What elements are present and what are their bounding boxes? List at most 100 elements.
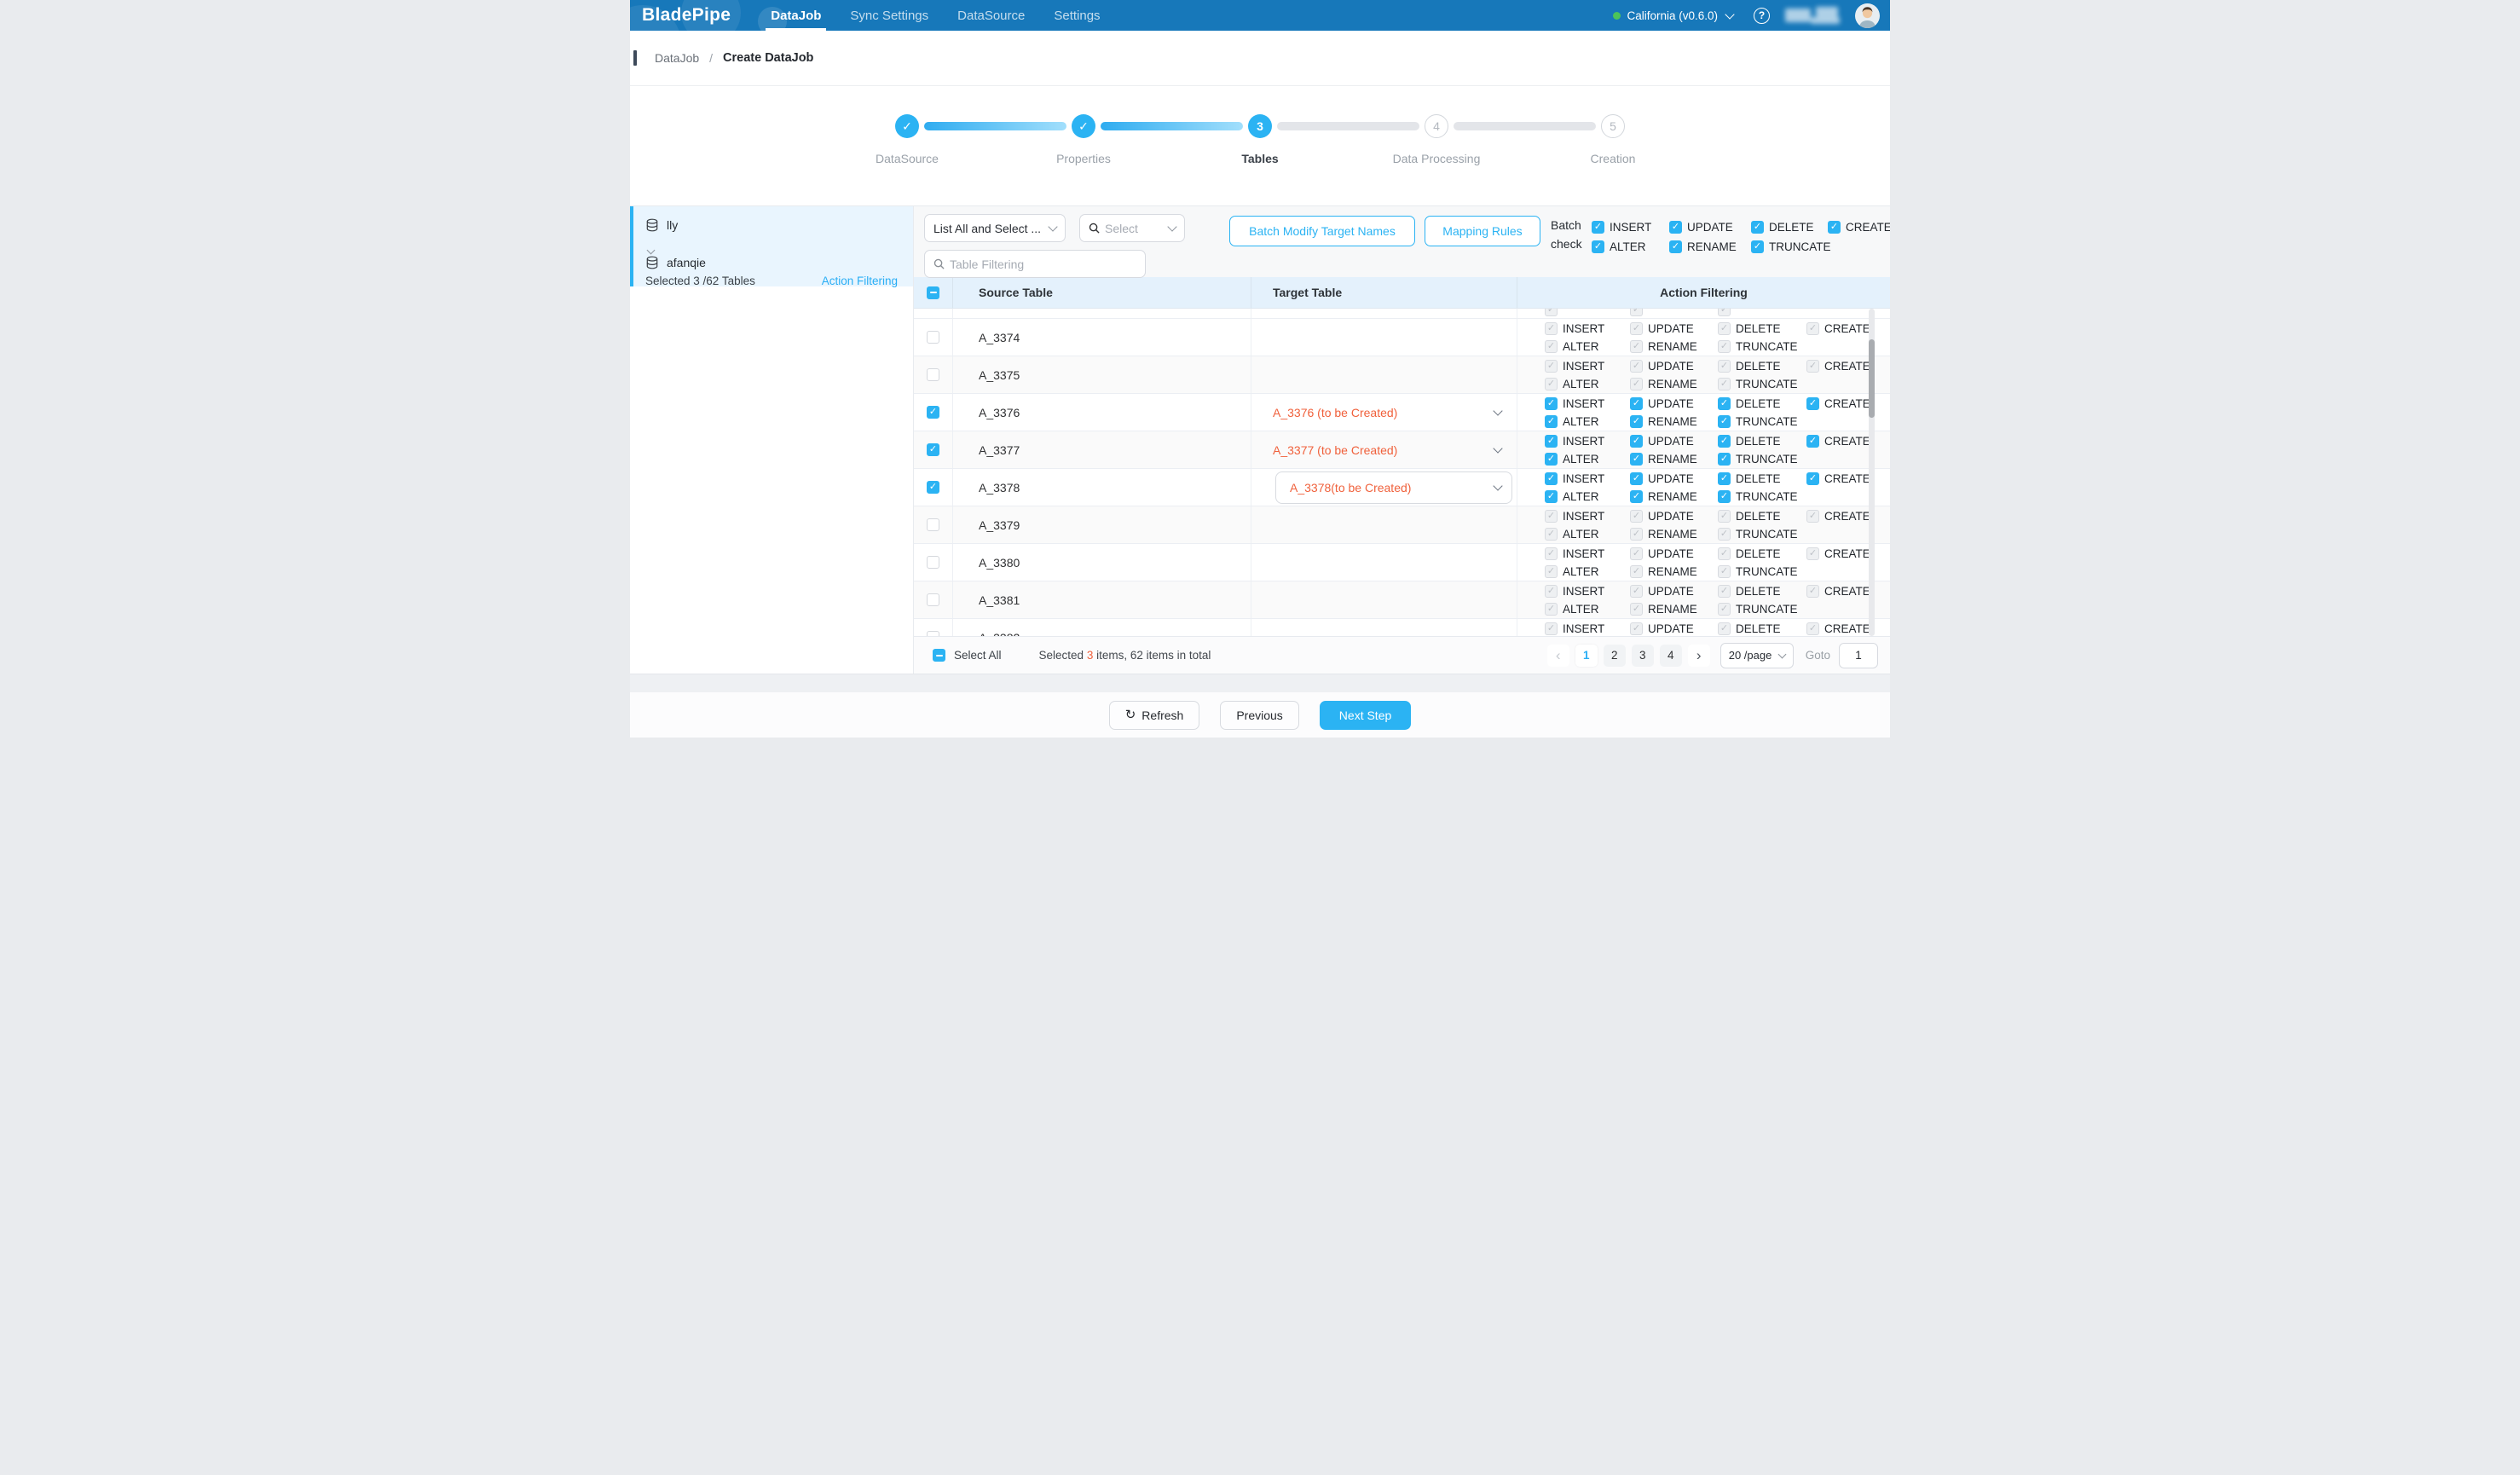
chevron-down-icon[interactable] bbox=[1494, 403, 1501, 419]
row-checkbox[interactable] bbox=[927, 518, 939, 531]
step-circle[interactable] bbox=[1072, 114, 1095, 138]
select-all-checkbox[interactable] bbox=[933, 649, 945, 662]
username-blurred[interactable] bbox=[1785, 7, 1843, 24]
batch-modify-target-names-button[interactable]: Batch Modify Target Names bbox=[1229, 216, 1415, 246]
action-checkbox-insert bbox=[1545, 322, 1558, 335]
action-checkbox-rename[interactable] bbox=[1630, 415, 1643, 428]
action-filtering-link[interactable]: Action Filtering bbox=[822, 275, 898, 287]
row-checkbox[interactable] bbox=[927, 406, 939, 419]
action-checkbox-alter bbox=[1545, 340, 1558, 353]
table-row-A_3375: A_3375INSERTUPDATEDELETECREATEALTERRENAM… bbox=[914, 356, 1890, 394]
row-checkbox[interactable] bbox=[927, 556, 939, 569]
pagination-page-2[interactable]: 2 bbox=[1604, 645, 1626, 667]
action-checkbox-create[interactable] bbox=[1806, 472, 1819, 485]
action-line-2: ALTERRENAMETRUNCATE bbox=[1545, 375, 1890, 393]
avatar[interactable] bbox=[1855, 3, 1880, 28]
action-filtering-cell: INSERTUPDATEDELETECREATEALTERRENAMETRUNC… bbox=[1517, 431, 1890, 468]
action-checkbox-truncate[interactable] bbox=[1718, 490, 1731, 503]
pagination-page-4[interactable]: 4 bbox=[1660, 645, 1682, 667]
pagination-prev-button[interactable]: ‹ bbox=[1547, 645, 1569, 667]
table-filter-input[interactable]: Table Filtering bbox=[924, 250, 1146, 278]
action-checkbox-create[interactable] bbox=[1806, 397, 1819, 410]
action-checkbox-create bbox=[1806, 322, 1819, 335]
action-checkbox-insert[interactable] bbox=[1545, 435, 1558, 448]
action-checkbox-create[interactable] bbox=[1806, 435, 1819, 448]
scrollbar-thumb[interactable] bbox=[1869, 339, 1875, 418]
source-table-cell: A_3375 bbox=[952, 356, 1251, 393]
step-circle[interactable] bbox=[895, 114, 919, 138]
row-checkbox[interactable] bbox=[927, 368, 939, 381]
action-checkbox-insert[interactable] bbox=[1545, 397, 1558, 410]
pagination-page-1[interactable]: 1 bbox=[1575, 645, 1598, 667]
action-checkbox-delete bbox=[1718, 622, 1731, 635]
chevron-down-icon[interactable] bbox=[1725, 9, 1734, 19]
help-icon[interactable]: ? bbox=[1754, 8, 1770, 24]
nav-item-sync-settings[interactable]: Sync Settings bbox=[837, 0, 941, 31]
action-checkbox-truncate[interactable] bbox=[1718, 415, 1731, 428]
source-table-cell: A_3377 bbox=[952, 431, 1251, 468]
action-checkbox-alter[interactable] bbox=[1592, 240, 1604, 253]
target-table-select[interactable]: A_3378(to be Created) bbox=[1275, 471, 1512, 504]
action-checkbox-update[interactable] bbox=[1669, 221, 1682, 234]
goto-page-input[interactable] bbox=[1839, 643, 1878, 668]
pagination-next-button[interactable]: › bbox=[1688, 645, 1710, 667]
action-item-insert: INSERT bbox=[1545, 435, 1630, 448]
batch-actions-row2: ALTERRENAMETRUNCATE bbox=[1592, 237, 1890, 257]
action-checkbox-label: TRUNCATE bbox=[1736, 490, 1798, 503]
vertical-scrollbar[interactable] bbox=[1869, 309, 1875, 636]
action-checkbox-truncate[interactable] bbox=[1718, 453, 1731, 466]
step-circle[interactable]: 5 bbox=[1601, 114, 1625, 138]
action-checkbox-label: RENAME bbox=[1648, 603, 1697, 616]
nav-item-datajob[interactable]: DataJob bbox=[758, 0, 834, 31]
action-checkbox-insert[interactable] bbox=[1592, 221, 1604, 234]
row-checkbox[interactable] bbox=[927, 631, 939, 636]
next-step-button[interactable]: Next Step bbox=[1320, 701, 1411, 730]
action-checkbox-alter[interactable] bbox=[1545, 415, 1558, 428]
action-checkbox-delete[interactable] bbox=[1751, 221, 1764, 234]
pagination-page-3[interactable]: 3 bbox=[1632, 645, 1654, 667]
action-checkbox-truncate bbox=[1718, 603, 1731, 616]
action-checkbox-rename bbox=[1630, 528, 1643, 541]
page-size-select[interactable]: 20 /page bbox=[1720, 643, 1794, 668]
action-checkbox-rename[interactable] bbox=[1669, 240, 1682, 253]
action-checkbox-label: RENAME bbox=[1648, 378, 1697, 390]
main-content: lly afanqie Selected 3 /62 Tables Action… bbox=[630, 206, 1890, 674]
action-item-alter: ALTER bbox=[1545, 415, 1630, 428]
table-row-A_3376: A_3376A_3376 (to be Created)INSERTUPDATE… bbox=[914, 394, 1890, 431]
action-checkbox-truncate[interactable] bbox=[1751, 240, 1764, 253]
row-checkbox[interactable] bbox=[927, 481, 939, 494]
source-table-name: A_3382 bbox=[979, 631, 1020, 637]
chevron-down-icon[interactable] bbox=[1494, 441, 1501, 456]
action-checkbox-delete[interactable] bbox=[1718, 397, 1731, 410]
breadcrumb-parent[interactable]: DataJob bbox=[655, 51, 699, 65]
action-item-delete: DELETE bbox=[1718, 547, 1806, 560]
action-checkbox-update[interactable] bbox=[1630, 397, 1643, 410]
step-circle[interactable]: 4 bbox=[1425, 114, 1448, 138]
action-checkbox-create[interactable] bbox=[1828, 221, 1841, 234]
action-checkbox-update[interactable] bbox=[1630, 435, 1643, 448]
target-table-cell bbox=[1251, 356, 1517, 393]
row-checkbox[interactable] bbox=[927, 443, 939, 456]
refresh-button[interactable]: ↻ Refresh bbox=[1109, 701, 1200, 730]
action-item-rename bbox=[1630, 309, 1718, 316]
list-mode-select[interactable]: List All and Select ... bbox=[924, 214, 1066, 242]
action-checkbox-rename[interactable] bbox=[1630, 490, 1643, 503]
action-checkbox-delete[interactable] bbox=[1718, 472, 1731, 485]
schema-select[interactable]: Select bbox=[1079, 214, 1185, 242]
environment-label[interactable]: California (v0.6.0) bbox=[1627, 9, 1718, 22]
nav-item-settings[interactable]: Settings bbox=[1041, 0, 1113, 31]
action-checkbox-insert[interactable] bbox=[1545, 472, 1558, 485]
select-all-header-checkbox[interactable] bbox=[927, 286, 939, 299]
row-checkbox[interactable] bbox=[927, 593, 939, 606]
action-checkbox-delete bbox=[1718, 510, 1731, 523]
action-checkbox-delete[interactable] bbox=[1718, 435, 1731, 448]
step-circle[interactable]: 3 bbox=[1248, 114, 1272, 138]
nav-item-datasource[interactable]: DataSource bbox=[945, 0, 1037, 31]
action-checkbox-alter[interactable] bbox=[1545, 490, 1558, 503]
action-checkbox-alter[interactable] bbox=[1545, 453, 1558, 466]
mapping-rules-button[interactable]: Mapping Rules bbox=[1425, 216, 1540, 246]
previous-button[interactable]: Previous bbox=[1220, 701, 1298, 730]
action-checkbox-update[interactable] bbox=[1630, 472, 1643, 485]
action-checkbox-rename[interactable] bbox=[1630, 453, 1643, 466]
row-checkbox[interactable] bbox=[927, 331, 939, 344]
